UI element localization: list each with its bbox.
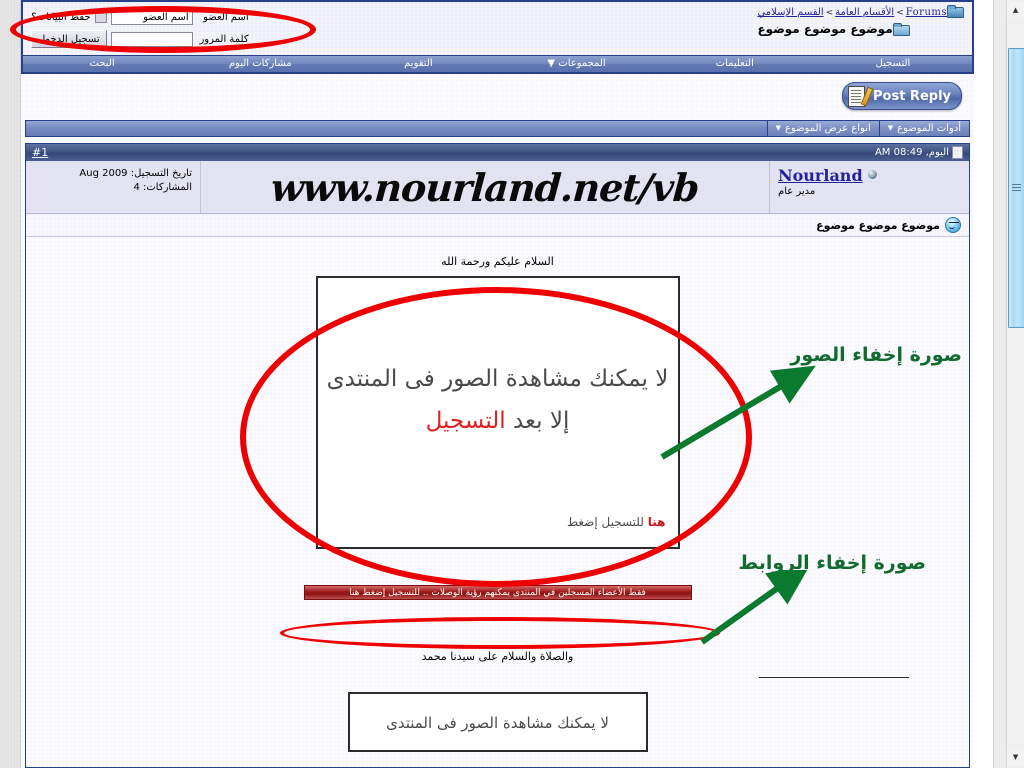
remember-me-label: حفظ البيانات؟ [31, 11, 91, 23]
post-container: اليوم, 08:49 AM #1 Nourland مدير عام www… [25, 143, 970, 768]
chevron-down-icon: ▼ [887, 124, 894, 132]
breadcrumb-trail: Forums>الأقسام العامة>القسم الإسلامي [757, 5, 966, 21]
hidden-image-line-2-black: إلا بعد [512, 408, 570, 434]
hidden-image-cta-text: للتسجيل إضغط [567, 515, 644, 529]
vertical-scrollbar[interactable]: ▲ ▼ [1006, 0, 1024, 768]
username-input[interactable] [110, 9, 193, 25]
login-password-row: كلمة المرور تسجيل الدخول [31, 28, 249, 50]
post-content: السلام عليكم ورحمة الله لا يمكنك مشاهدة … [26, 255, 969, 752]
post-reply-label: Post Reply [873, 88, 951, 104]
hidden-image-line-2-red: التسجيل [425, 408, 506, 434]
display-modes-label: انواع عرض الموضوع [784, 123, 871, 134]
thread-toolbar: Post Reply [21, 74, 974, 120]
post-count-value: 4 [133, 182, 140, 193]
scroll-up-arrow-icon[interactable]: ▲ [1007, 2, 1024, 19]
password-label: كلمة المرور [199, 33, 249, 45]
scrollbar-grip-icon [1012, 184, 1021, 192]
hidden-image-2-line-1: لا يمكنك مشاهدة الصور فى المنتدى [386, 714, 609, 732]
viewport-left-gutter [0, 0, 21, 768]
page-header: Forums>الأقسام العامة>القسم الإسلامي موض… [21, 0, 974, 55]
post-closing-text: والصلاة والسلام على سيدنا محمد [421, 650, 574, 663]
thread-tools-label: أدوات الموضوع [897, 123, 961, 134]
display-modes-tab[interactable]: انواع عرض الموضوع ▼ [766, 121, 879, 136]
site-watermark-container: www.nourland.net/vb [201, 161, 769, 213]
site-watermark: www.nourland.net/vb [269, 164, 701, 210]
post-date: اليوم, 08:49 AM [874, 147, 949, 158]
open-folder-icon [892, 23, 910, 36]
screenshot-root: Forums>الأقسام العامة>القسم الإسلامي موض… [0, 0, 1024, 768]
hidden-link-banner[interactable]: فقط الأعضاء المسجلين في المنتدى يمكنهم ر… [303, 585, 692, 600]
signature-separator [759, 677, 909, 678]
post-header-bar: اليوم, 08:49 AM #1 [26, 144, 969, 161]
post-number-link[interactable]: #1 [32, 146, 48, 159]
breadcrumb-current-label: موضوع موضوع موضوع [757, 22, 893, 36]
breadcrumb-separator-2: > [825, 8, 834, 18]
post-reply-button[interactable]: Post Reply [842, 82, 962, 110]
username-label: اسم العضو [203, 11, 249, 23]
login-username-row: اسم العضو حفظ البيانات؟ [31, 6, 249, 28]
breadcrumb-level1-link[interactable]: الأقسام العامة [835, 7, 894, 18]
login-form: اسم العضو حفظ البيانات؟ كلمة المرور تسجي… [31, 6, 249, 50]
post-author-link[interactable]: Nourland [778, 166, 863, 185]
nav-item-faq[interactable]: التعليمات [656, 56, 814, 72]
post-title: موضوع موضوع موضوع [816, 218, 940, 232]
scroll-down-arrow-icon[interactable]: ▼ [1007, 749, 1024, 766]
nav-item-register[interactable]: التسجيل [814, 56, 972, 72]
hidden-image-line-3: هنا للتسجيل إضغط [567, 515, 666, 529]
nav-item-groups[interactable]: المجموعات ▼ [497, 56, 655, 72]
post-author-title: مدير عام [778, 186, 816, 197]
post-body: السلام عليكم ورحمة الله لا يمكنك مشاهدة … [26, 237, 969, 767]
post-count-row: المشاركات: 4 [32, 181, 192, 195]
scrollbar-thumb[interactable] [1008, 48, 1024, 328]
thread-tools-bar: أدوات الموضوع ▼ انواع عرض الموضوع ▼ [25, 120, 970, 137]
breadcrumb-separator-1: > [896, 8, 904, 18]
join-date-row: تاريخ التسجيل: Aug 2009 [32, 167, 192, 181]
nav-item-search[interactable]: البحث [23, 56, 181, 72]
post-author-column: Nourland مدير عام [769, 161, 969, 213]
join-date-label: تاريخ التسجيل: [130, 168, 192, 179]
nav-item-calendar[interactable]: التقويم [339, 56, 497, 72]
post-title-row: موضوع موضوع موضوع [26, 214, 969, 237]
post-greeting: السلام عليكم ورحمة الله [441, 255, 554, 268]
post-user-row: Nourland مدير عام www.nourland.net/vb تا… [26, 161, 969, 214]
hidden-image-cta-mark: هنا [647, 515, 666, 529]
breadcrumb-level2-link[interactable]: القسم الإسلامي [757, 7, 823, 18]
online-status-icon [867, 170, 877, 179]
forum-page: Forums>الأقسام العامة>القسم الإسلامي موض… [21, 0, 974, 768]
nav-item-todays-posts[interactable]: مشاركات اليوم [181, 56, 339, 72]
hidden-image-placeholder-2[interactable]: لا يمكنك مشاهدة الصور فى المنتدى [347, 692, 648, 752]
post-author-stats: تاريخ التسجيل: Aug 2009 المشاركات: 4 [26, 161, 201, 213]
breadcrumb: Forums>الأقسام العامة>القسم الإسلامي موض… [757, 5, 966, 38]
thread-tools-tab[interactable]: أدوات الموضوع ▼ [878, 121, 969, 136]
main-navigation: التسجيل التعليمات المجموعات ▼ التقويم مش… [21, 55, 974, 74]
join-date-value: Aug 2009 [79, 168, 128, 179]
breadcrumb-root-link[interactable]: Forums [906, 7, 947, 18]
post-page-icon [952, 146, 963, 159]
smiley-icon [945, 217, 961, 233]
chevron-down-icon-2: ▼ [775, 124, 781, 132]
breadcrumb-current: موضوع موضوع موضوع [757, 21, 966, 38]
post-reply-icon [847, 85, 874, 107]
hidden-image-placeholder[interactable]: لا يمكنك مشاهدة الصور فى المنتدى إلا بعد… [315, 276, 680, 549]
password-input[interactable] [110, 31, 193, 47]
hidden-image-line-1: لا يمكنك مشاهدة الصور فى المنتدى [326, 366, 669, 392]
remember-me-checkbox[interactable] [94, 11, 107, 23]
folder-icon [947, 5, 964, 18]
signature-area: لا يمكنك مشاهدة الصور فى المنتدى [26, 692, 969, 752]
post-date-group: اليوم, 08:49 AM [875, 146, 963, 159]
post-count-label: المشاركات: [143, 182, 192, 193]
hidden-image-line-2: إلا بعد التسجيل [318, 408, 678, 434]
login-submit-button[interactable]: تسجيل الدخول [31, 30, 107, 48]
